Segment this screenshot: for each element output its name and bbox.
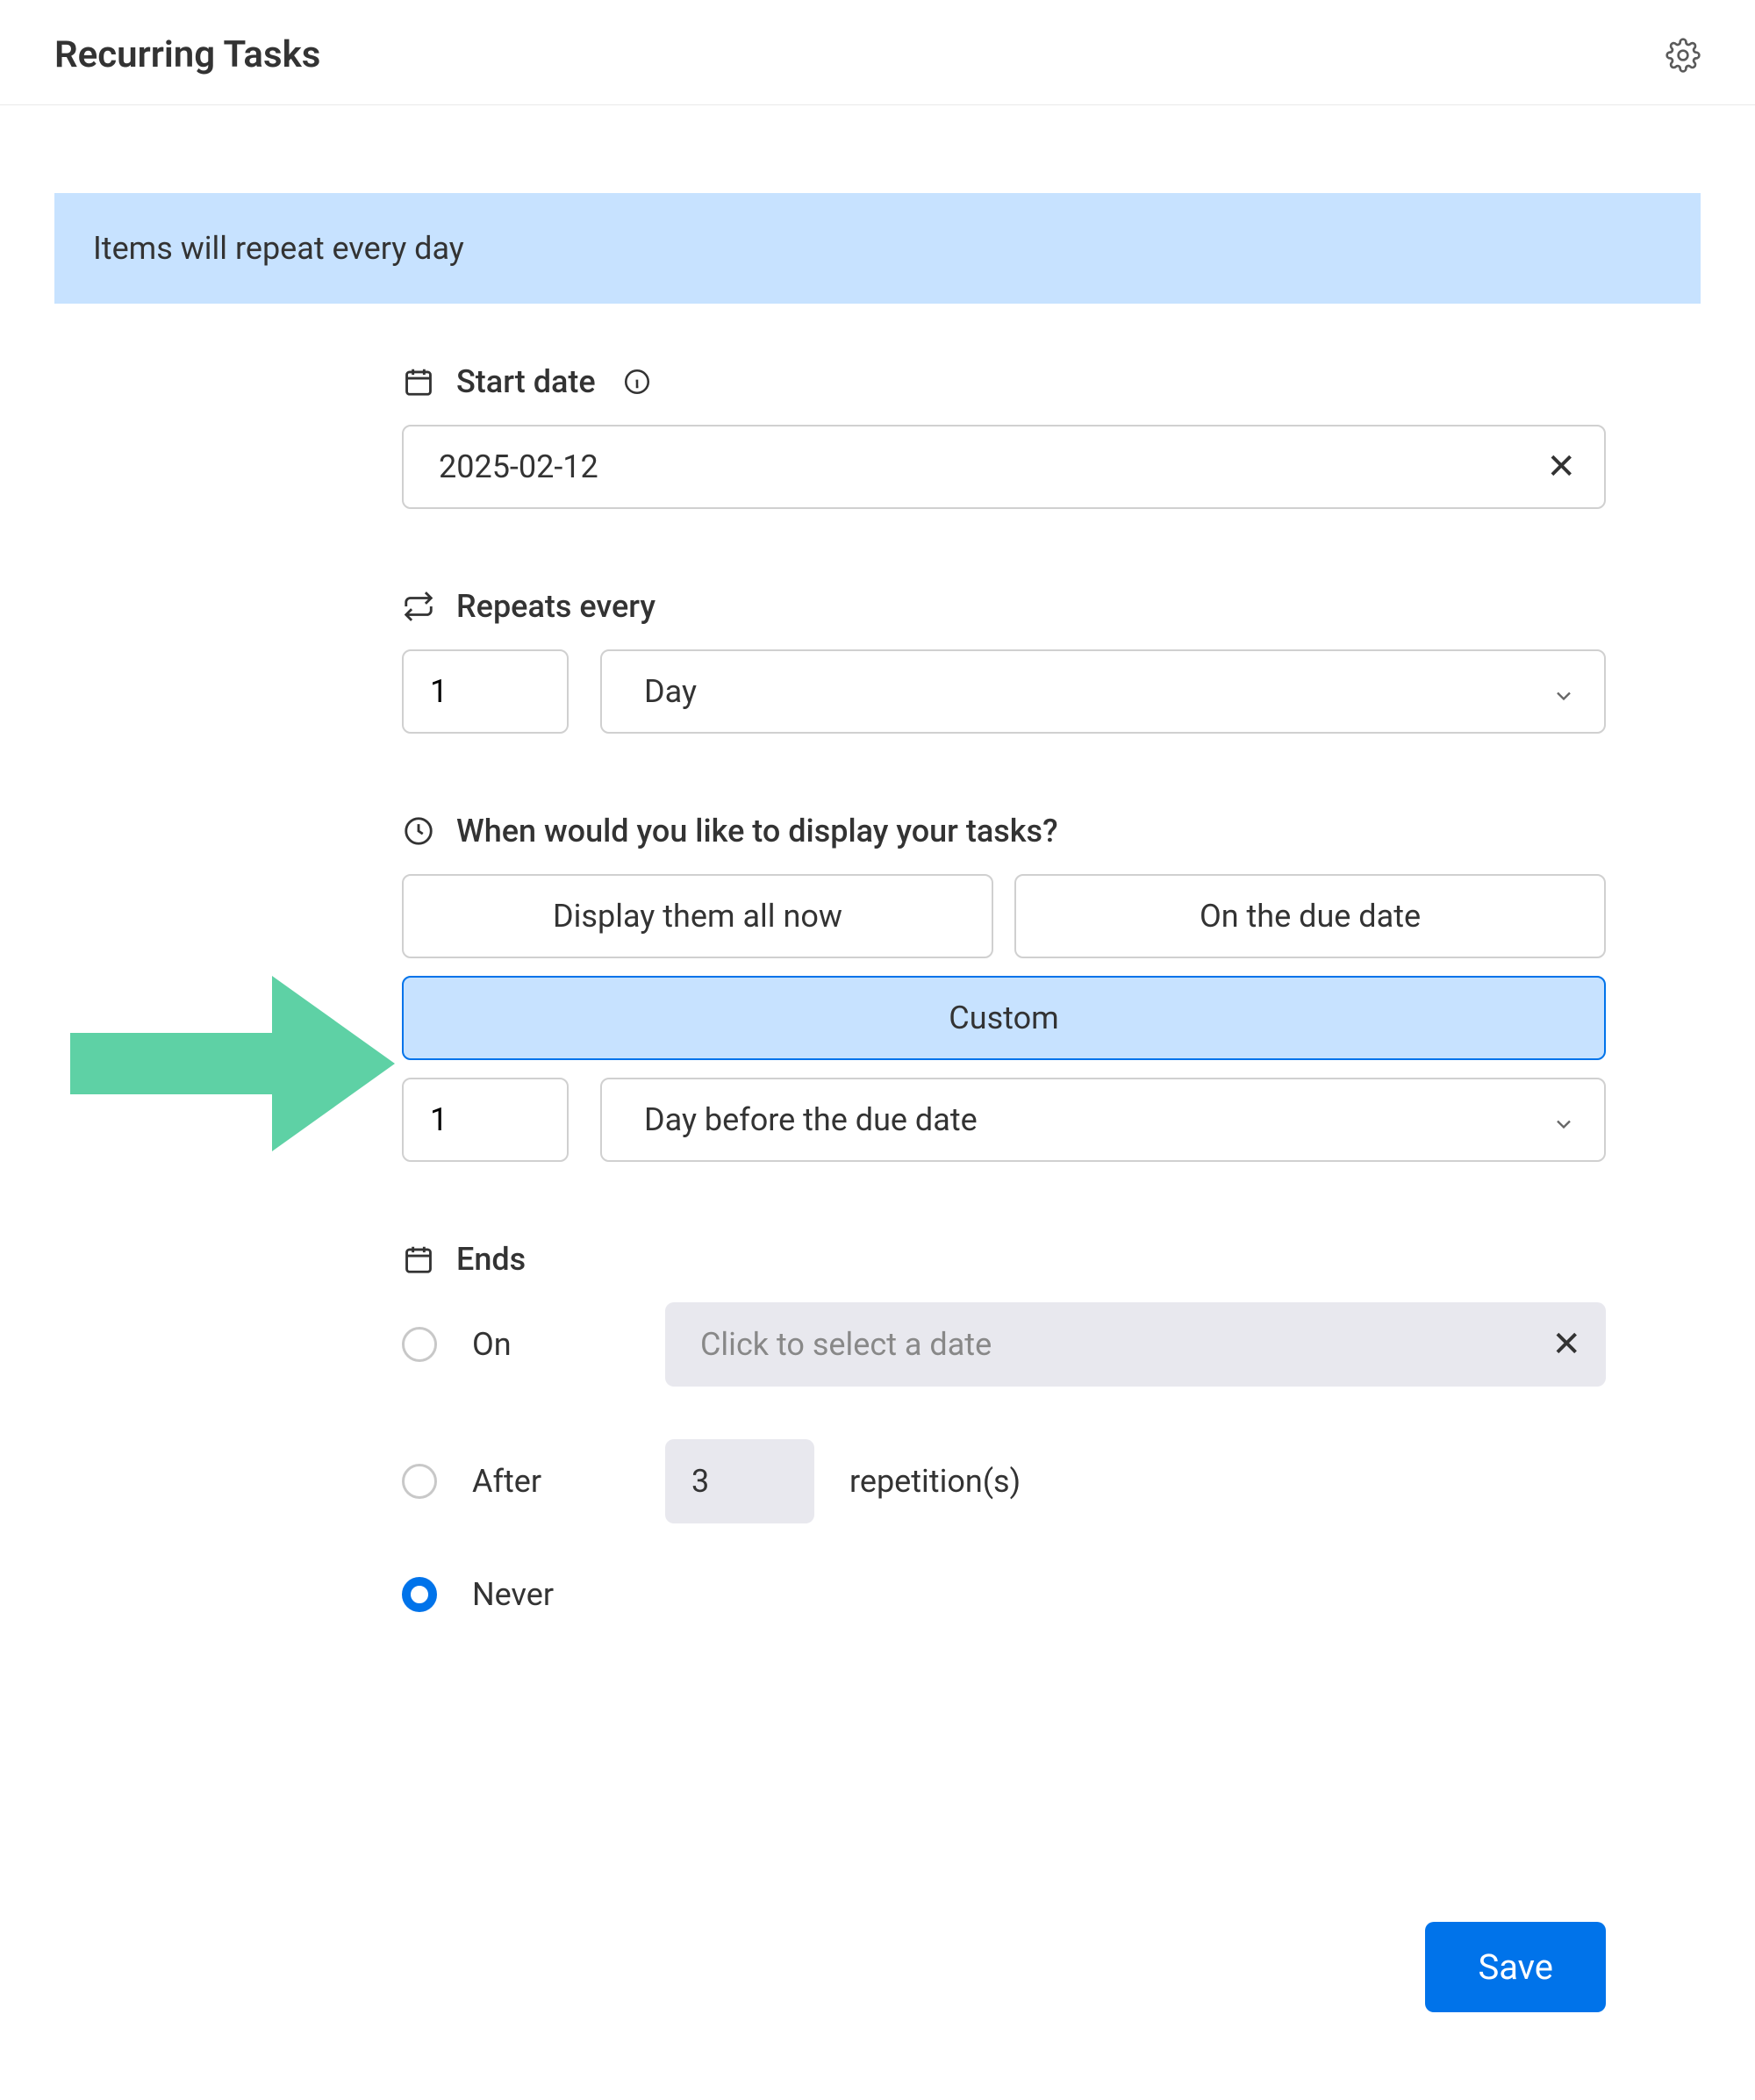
- annotation-arrow-icon: [70, 967, 395, 1160]
- calendar-icon: [402, 1243, 435, 1276]
- custom-count-input[interactable]: [402, 1078, 569, 1162]
- start-date-section: Start date ✕: [402, 363, 1606, 509]
- clear-start-date-button[interactable]: ✕: [1541, 448, 1581, 485]
- ends-label: Ends: [456, 1241, 526, 1278]
- info-icon[interactable]: [622, 367, 652, 397]
- repeats-label: Repeats every: [456, 588, 655, 625]
- display-option-all-now[interactable]: Display them all now: [402, 874, 993, 958]
- chevron-down-icon: [1551, 1107, 1576, 1132]
- ends-after-radio[interactable]: [402, 1464, 437, 1499]
- ends-after-label: After: [472, 1463, 630, 1500]
- repeat-count-input[interactable]: [402, 649, 569, 734]
- clock-icon: [402, 814, 435, 848]
- display-option-custom[interactable]: Custom: [402, 976, 1606, 1060]
- start-date-label: Start date: [456, 363, 596, 400]
- ends-after-suffix: repetition(s): [849, 1463, 1021, 1500]
- header: Recurring Tasks: [0, 0, 1755, 105]
- custom-unit-select[interactable]: Day before the due date: [600, 1078, 1606, 1162]
- display-option-due-date[interactable]: On the due date: [1014, 874, 1606, 958]
- clear-end-date-icon[interactable]: ✕: [1551, 1327, 1581, 1362]
- repeats-section: Repeats every Day: [402, 588, 1606, 734]
- settings-gear-icon[interactable]: [1665, 38, 1701, 73]
- ends-on-label: On: [472, 1326, 630, 1363]
- start-date-input[interactable]: [402, 425, 1606, 509]
- repeat-unit-value: Day: [644, 673, 697, 710]
- repeat-icon: [402, 590, 435, 623]
- chevron-down-icon: [1551, 679, 1576, 704]
- ends-on-radio[interactable]: [402, 1327, 437, 1362]
- display-label: When would you like to display your task…: [456, 813, 1058, 849]
- ends-on-placeholder: Click to select a date: [700, 1326, 992, 1363]
- ends-never-label: Never: [472, 1576, 630, 1613]
- display-section: When would you like to display your task…: [402, 813, 1606, 1162]
- calendar-icon: [402, 365, 435, 398]
- ends-after-count-input[interactable]: [665, 1439, 814, 1523]
- repeat-unit-select[interactable]: Day: [600, 649, 1606, 734]
- custom-unit-value: Day before the due date: [644, 1101, 978, 1138]
- ends-on-date-input[interactable]: Click to select a date ✕: [665, 1302, 1606, 1387]
- summary-banner: Items will repeat every day: [54, 193, 1701, 304]
- save-button[interactable]: Save: [1425, 1922, 1606, 2012]
- ends-never-radio[interactable]: [402, 1577, 437, 1612]
- page-title: Recurring Tasks: [54, 33, 320, 76]
- ends-section: Ends On Click to select a date ✕ After r…: [402, 1241, 1606, 1613]
